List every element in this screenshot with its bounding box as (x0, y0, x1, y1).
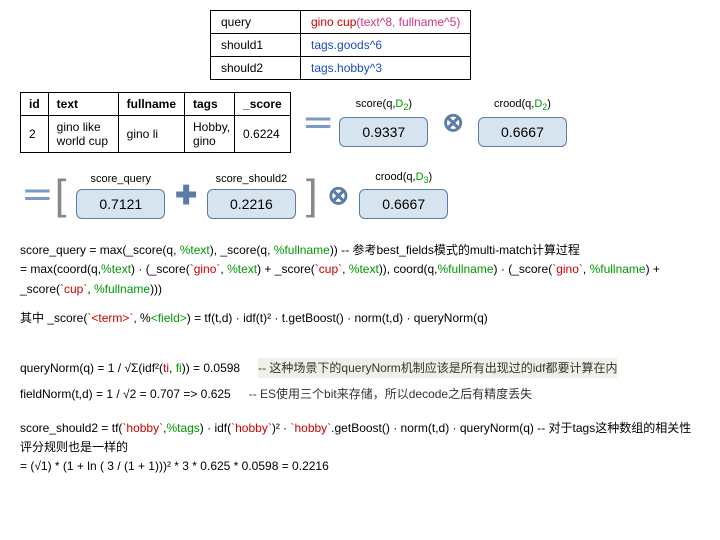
score-should2-box: score_should2 0.2216 (207, 173, 296, 219)
td-score: 0.6224 (235, 116, 291, 153)
score-value: 0.9337 (339, 117, 428, 147)
crood-value-2: 0.6667 (359, 189, 448, 219)
multiply-icon: ⊗ (442, 107, 464, 138)
equals-icon: == (24, 179, 45, 211)
score-should2-formula: score_should2 = tf(`hobby`,%tags) · idf(… (20, 419, 700, 477)
score-query-value: 0.7121 (76, 189, 165, 219)
td-fullname: gino li (118, 116, 184, 153)
score-box: score(q,D2) 0.9337 (339, 98, 428, 146)
score-query-label: score_query (91, 173, 152, 185)
document-table: id text fullname tags _score 2 gino like… (20, 92, 291, 153)
querynorm-formula: queryNorm(q) = 1 / √Σ(idf²(ti, fi)) = 0.… (20, 358, 700, 405)
left-bracket-icon: [ (55, 181, 67, 209)
query-term: gino cup (311, 15, 356, 29)
formula-line: = (√1) * (1 + ln ( 3 / (1 + 1)))² * 3 * … (20, 457, 700, 476)
multiply-icon: ⊗ (328, 180, 350, 211)
score-label: score(q,D2) (356, 98, 412, 112)
formula-line: score_query = max(_score(q, %text), _sco… (20, 241, 700, 260)
formula-line: score_should2 = tf(`hobby`,%tags) · idf(… (20, 419, 700, 457)
cell-key: should1 (211, 34, 301, 57)
cell-value: tags.goods^6 (301, 34, 471, 57)
right-bracket-icon: ] (306, 181, 318, 209)
equals-icon: == (305, 107, 326, 139)
formula-line: = max(coord(q,%text) · (_score(`gino`, %… (20, 260, 700, 298)
crood-box-2: crood(q,D3) 0.6667 (359, 171, 448, 219)
crood-label: crood(q,D2) (494, 98, 551, 112)
score-should2-label: score_should2 (216, 173, 288, 185)
score-should2-value: 0.2216 (207, 189, 296, 219)
th-tags: tags (185, 93, 235, 116)
td-id: 2 (21, 116, 49, 153)
cell-value: gino cup(text^8, fullname^5) (301, 11, 471, 34)
crood-label-2: crood(q,D3) (375, 171, 432, 185)
score-query-box: score_query 0.7121 (76, 173, 165, 219)
score-equation-row-2: == [ score_query 0.7121 ✚ score_should2 … (20, 171, 700, 219)
th-score: _score (235, 93, 291, 116)
crood-value: 0.6667 (478, 117, 567, 147)
th-id: id (21, 93, 49, 116)
formula-comment: -- ES使用三个bit来存储，所以decode之后有精度丢失 (249, 384, 532, 404)
query-boost: (text^8, fullname^5) (356, 15, 460, 29)
formula-lhs: fieldNorm(t,d) = 1 / √2 = 0.707 => 0.625 (20, 384, 231, 404)
td-tags: Hobby, gino (185, 116, 235, 153)
crood-box: crood(q,D2) 0.6667 (478, 98, 567, 146)
score-equation-row-1: id text fullname tags _score 2 gino like… (20, 92, 700, 153)
query-params-table: query gino cup(text^8, fullname^5) shoul… (210, 10, 471, 80)
td-text: gino like world cup (48, 116, 118, 153)
formula-comment: -- 这种场景下的queryNorm机制应该是所有出现过的idf都要计算在内 (258, 358, 617, 378)
formula-line: 其中 _score(`<term>`, %<field>) = tf(t,d) … (20, 309, 700, 328)
formula-lhs: queryNorm(q) = 1 / √Σ(idf²(ti, fi)) = 0.… (20, 358, 240, 378)
cell-key: should2 (211, 57, 301, 80)
cell-key: query (211, 11, 301, 34)
score-query-formula: score_query = max(_score(q, %text), _sco… (20, 241, 700, 328)
th-text: text (48, 93, 118, 116)
th-fullname: fullname (118, 93, 184, 116)
cell-value: tags.hobby^3 (301, 57, 471, 80)
plus-icon: ✚ (175, 180, 197, 211)
